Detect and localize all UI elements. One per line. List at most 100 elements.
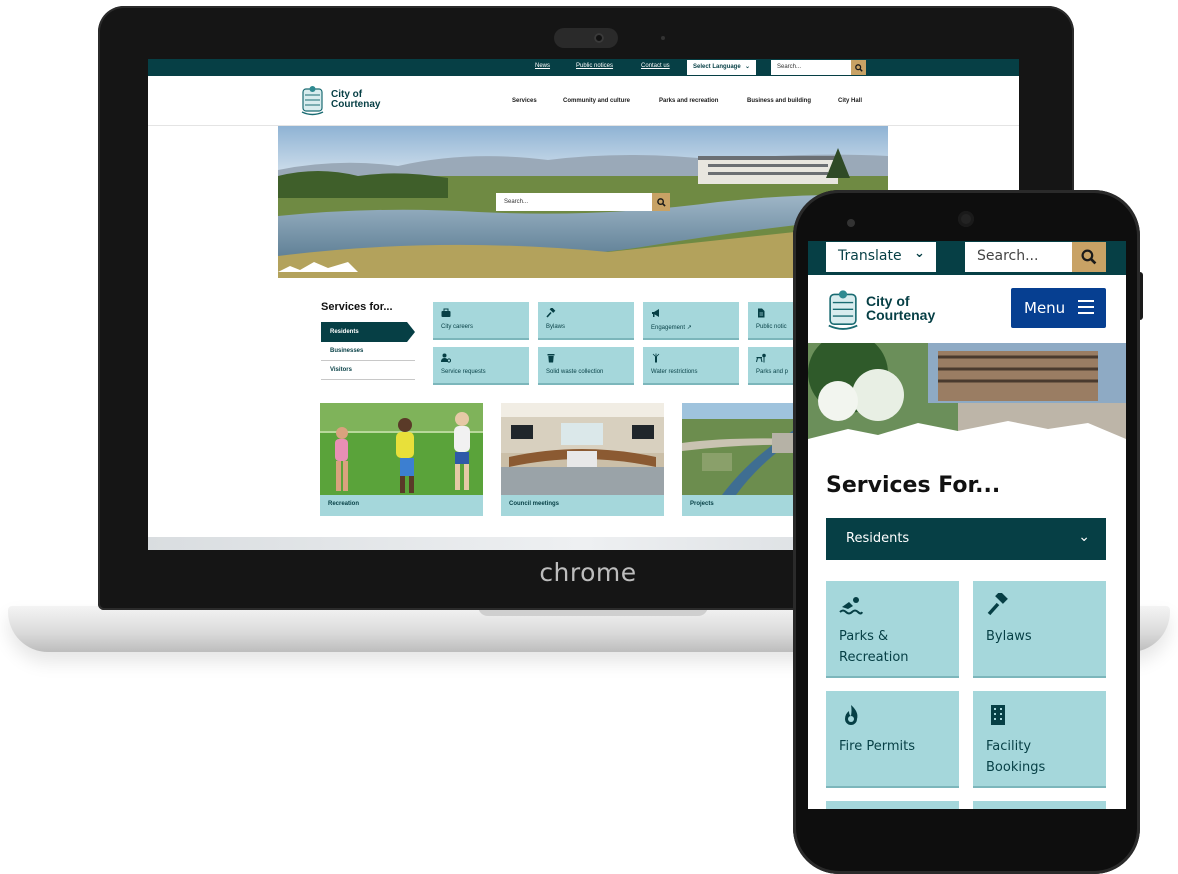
translate-label: Translate (838, 248, 902, 264)
mobile-tile-bylaws[interactable]: Bylaws (973, 581, 1106, 678)
phone-speaker (958, 211, 974, 227)
tile-label-line-2: Bookings (986, 760, 1046, 775)
tile-label-text: Engagement (651, 325, 686, 331)
device-mockup: chrome News Public notices Contact us Se… (0, 0, 1178, 874)
tile-label: Parks and p (756, 369, 789, 375)
hamburger-icon (1078, 300, 1094, 314)
logo-line-1: City of (866, 293, 910, 309)
audience-selected-label: Residents (846, 531, 910, 546)
tile-label-line-1: Fire Permits (839, 739, 915, 754)
building-icon (991, 705, 1005, 725)
tile-label: Solid waste collection (546, 369, 604, 375)
search-icon (854, 63, 863, 72)
mobile-tile-fire-permits[interactable]: Fire Permits (826, 691, 959, 788)
audience-tab-visitors[interactable]: Visitors (321, 361, 415, 380)
card-caption: Projects (690, 501, 714, 507)
tile-label: Fire Permits (839, 736, 915, 757)
tile-label: City careers (441, 324, 474, 330)
laptop-webcam-led (661, 36, 665, 40)
mobile-tile-partial[interactable] (826, 801, 959, 809)
picnic-icon (756, 353, 766, 363)
card-recreation[interactable]: Recreation (320, 403, 483, 516)
document-icon (758, 308, 765, 318)
translate-select[interactable]: Translate ⌄ (826, 242, 936, 272)
search-input[interactable]: Search... (771, 60, 851, 75)
tile-label: Water restrictions (651, 369, 698, 375)
phone-camera (847, 219, 855, 227)
recreation-photo (320, 403, 483, 495)
tile-label: Parks & Recreation (839, 626, 909, 668)
tile-label-line-2: Recreation (839, 650, 909, 665)
service-tile-city-careers[interactable]: City careers (433, 302, 529, 340)
search-button[interactable] (851, 60, 866, 75)
service-tile-solid-waste[interactable]: Solid waste collection (538, 347, 634, 385)
fire-icon (845, 705, 858, 725)
tile-label: Bylaws (986, 626, 1032, 647)
service-tile-bylaws[interactable]: Bylaws (538, 302, 634, 340)
chevron-down-icon: ⌄ (1078, 529, 1090, 545)
service-tile-water-restrictions[interactable]: Water restrictions (643, 347, 739, 385)
mobile-tile-parks-recreation[interactable]: Parks & Recreation (826, 581, 959, 678)
hero-search-button[interactable] (652, 193, 670, 211)
card-caption: Council meetings (509, 501, 560, 507)
council-chamber-photo (501, 403, 664, 495)
megaphone-icon (652, 309, 659, 317)
hero-search-input[interactable]: Search... (496, 193, 652, 211)
site-logo-text[interactable]: City of Courtenay (331, 90, 380, 110)
mobile-screen: Translate ⌄ Search... City of Courtenay … (808, 241, 1126, 809)
card-caption: Recreation (328, 501, 360, 507)
language-select-label: Select Language (693, 64, 741, 70)
audience-tab-businesses[interactable]: Businesses (321, 342, 415, 361)
service-tile-engagement[interactable]: Engagement ↗ (643, 302, 739, 340)
nav-city-hall[interactable]: City Hall (838, 98, 862, 104)
nav-services[interactable]: Services (512, 98, 537, 104)
tile-label-line-1: Facility (986, 739, 1032, 754)
chevron-down-icon: ⌄ (914, 246, 925, 261)
mobile-logo-text[interactable]: City of Courtenay (866, 294, 935, 322)
search-icon (656, 197, 666, 207)
chevron-down-icon: ⌄ (744, 64, 750, 70)
mobile-search-input[interactable]: Search... (965, 242, 1072, 272)
tile-label: Facility Bookings (986, 736, 1045, 778)
laptop-brand-label: chrome (539, 558, 637, 587)
tile-label: Public notic (756, 324, 787, 330)
mobile-tile-facility-bookings[interactable]: Facility Bookings (973, 691, 1106, 788)
sprinkler-icon (652, 353, 660, 363)
language-select[interactable]: Select Language ⌄ (687, 60, 756, 75)
briefcase-icon (441, 308, 451, 317)
city-crest-logo[interactable] (826, 289, 860, 331)
user-gear-icon (441, 353, 451, 363)
trash-icon (547, 354, 555, 363)
logo-line-2: Courtenay (331, 99, 381, 110)
audience-tab-residents[interactable]: Residents (321, 322, 415, 342)
city-crest-logo[interactable] (300, 85, 325, 116)
menu-button[interactable]: Menu (1011, 288, 1106, 328)
tile-label: Service requests (441, 369, 486, 375)
mobile-hero-image (808, 343, 1126, 439)
gavel-icon (987, 593, 1008, 616)
card-council-meetings[interactable]: Council meetings (501, 403, 664, 516)
nav-business-building[interactable]: Business and building (747, 98, 811, 104)
tile-label-line-1: Parks & (839, 629, 889, 644)
site-header: City of Courtenay Services Community and… (148, 76, 1019, 126)
mobile-utility-bar: Translate ⌄ Search... (808, 241, 1126, 275)
search-icon (1081, 249, 1097, 265)
mobile-search-button[interactable] (1072, 242, 1106, 272)
nav-community-culture[interactable]: Community and culture (563, 98, 630, 104)
external-link-icon: ↗ (686, 325, 692, 331)
services-for-title: Services for... (321, 301, 393, 313)
tile-label-line-1: Bylaws (986, 629, 1032, 644)
tile-label: Engagement ↗ (651, 324, 692, 331)
news-link[interactable]: News (535, 63, 550, 69)
public-notices-link[interactable]: Public notices (576, 63, 613, 69)
tile-label: Bylaws (546, 324, 566, 330)
logo-line-2: Courtenay (866, 307, 936, 323)
laptop-webcam (554, 28, 618, 48)
service-tile-service-requests[interactable]: Service requests (433, 347, 529, 385)
contact-us-link[interactable]: Contact us (641, 63, 670, 69)
gavel-icon (546, 308, 556, 318)
audience-dropdown[interactable]: Residents ⌄ (826, 518, 1106, 560)
mobile-tile-partial[interactable] (973, 801, 1106, 809)
nav-parks-recreation[interactable]: Parks and recreation (659, 98, 718, 104)
utility-bar: News Public notices Contact us Select La… (148, 59, 1019, 76)
